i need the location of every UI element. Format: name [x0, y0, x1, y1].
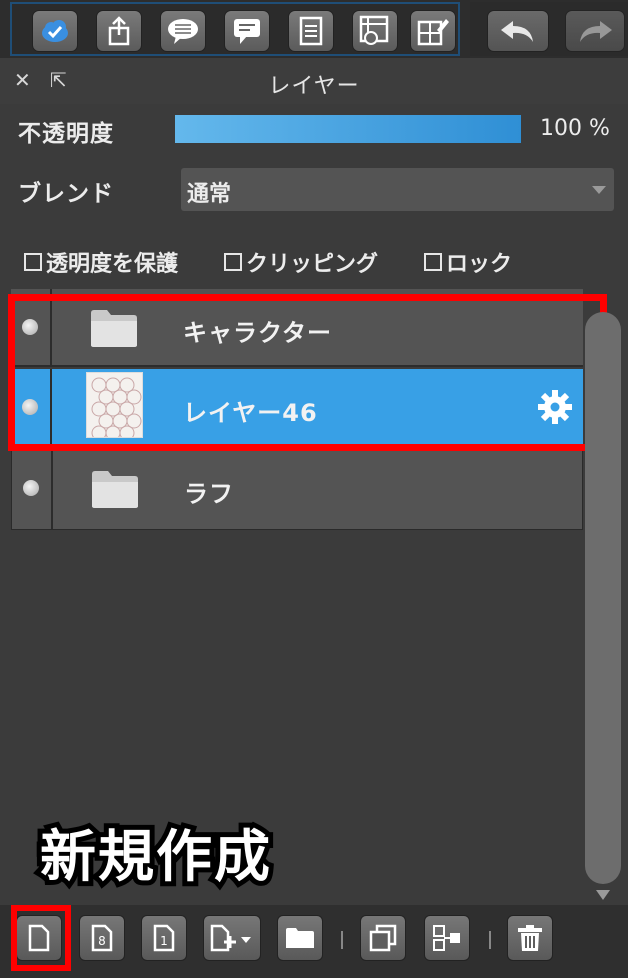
- settings-list-icon[interactable]: [352, 10, 398, 52]
- clipping-checkbox[interactable]: クリッピング: [224, 246, 378, 278]
- merge-layer-icon[interactable]: [424, 915, 470, 961]
- visibility-toggle[interactable]: [23, 480, 39, 496]
- toolbar-divider: [341, 931, 343, 949]
- layer-name: ラフ: [184, 480, 234, 508]
- blend-mode-select[interactable]: 通常: [181, 168, 614, 211]
- blend-label: ブレンド: [18, 181, 114, 207]
- checkbox-box: [24, 253, 42, 271]
- panel-title: レイヤー: [268, 74, 360, 99]
- folder-icon: [92, 471, 138, 508]
- scroll-down-arrow-icon[interactable]: [596, 890, 610, 900]
- bottom-toolbar: 8 1: [0, 905, 628, 978]
- checkbox-label: クリッピング: [246, 252, 379, 277]
- protect-alpha-checkbox[interactable]: 透明度を保護: [24, 246, 178, 278]
- scrollbar-thumb[interactable]: [585, 312, 621, 884]
- share-icon[interactable]: [96, 10, 142, 52]
- opacity-value: 100 %: [540, 116, 610, 141]
- checkbox-box: [224, 253, 242, 271]
- trash-icon[interactable]: [507, 915, 553, 961]
- layer-1bit-icon[interactable]: 1: [141, 915, 187, 961]
- opacity-slider[interactable]: [175, 115, 521, 143]
- top-toolbar: [0, 0, 628, 58]
- opacity-label: 不透明度: [18, 121, 114, 147]
- duplicate-layer-icon[interactable]: [360, 915, 406, 961]
- redo-icon[interactable]: [565, 10, 625, 52]
- speech-bubble-icon[interactable]: [160, 10, 206, 52]
- main-tool-group: [10, 2, 460, 56]
- document-icon[interactable]: [288, 10, 334, 52]
- blend-mode-value: 通常: [187, 182, 232, 207]
- edit-grid-icon[interactable]: [410, 10, 456, 52]
- caption-overlay: 新規作成: [35, 820, 275, 895]
- history-group: [470, 2, 628, 56]
- undo-icon[interactable]: [487, 10, 549, 52]
- chevron-down-icon: [592, 186, 606, 194]
- checkbox-label: 透明度を保護: [46, 252, 179, 277]
- scrollbar[interactable]: [585, 312, 621, 902]
- new-layer-highlight-box: [11, 905, 71, 971]
- cloud-check-icon[interactable]: [32, 10, 78, 52]
- new-folder-icon[interactable]: [277, 915, 323, 961]
- svg-text:8: 8: [98, 934, 106, 948]
- toolbar-divider: [489, 931, 491, 949]
- checkbox-label: ロック: [446, 252, 513, 277]
- comment-icon[interactable]: [224, 10, 270, 52]
- divider: [51, 450, 53, 529]
- checkbox-box: [424, 253, 442, 271]
- layer-8bit-icon[interactable]: 8: [79, 915, 125, 961]
- panel-header: ✕ ⇱ レイヤー: [0, 58, 628, 104]
- layer-row[interactable]: ラフ: [11, 449, 583, 530]
- add-layer-menu-icon[interactable]: [203, 915, 261, 961]
- layer-panel-screen: ✕ ⇱ レイヤー 不透明度 100 % ブレンド 通常 透明度を保護 クリッピン…: [0, 0, 628, 978]
- svg-text:1: 1: [160, 934, 168, 948]
- lock-checkbox[interactable]: ロック: [424, 246, 512, 278]
- highlight-box: [8, 294, 607, 451]
